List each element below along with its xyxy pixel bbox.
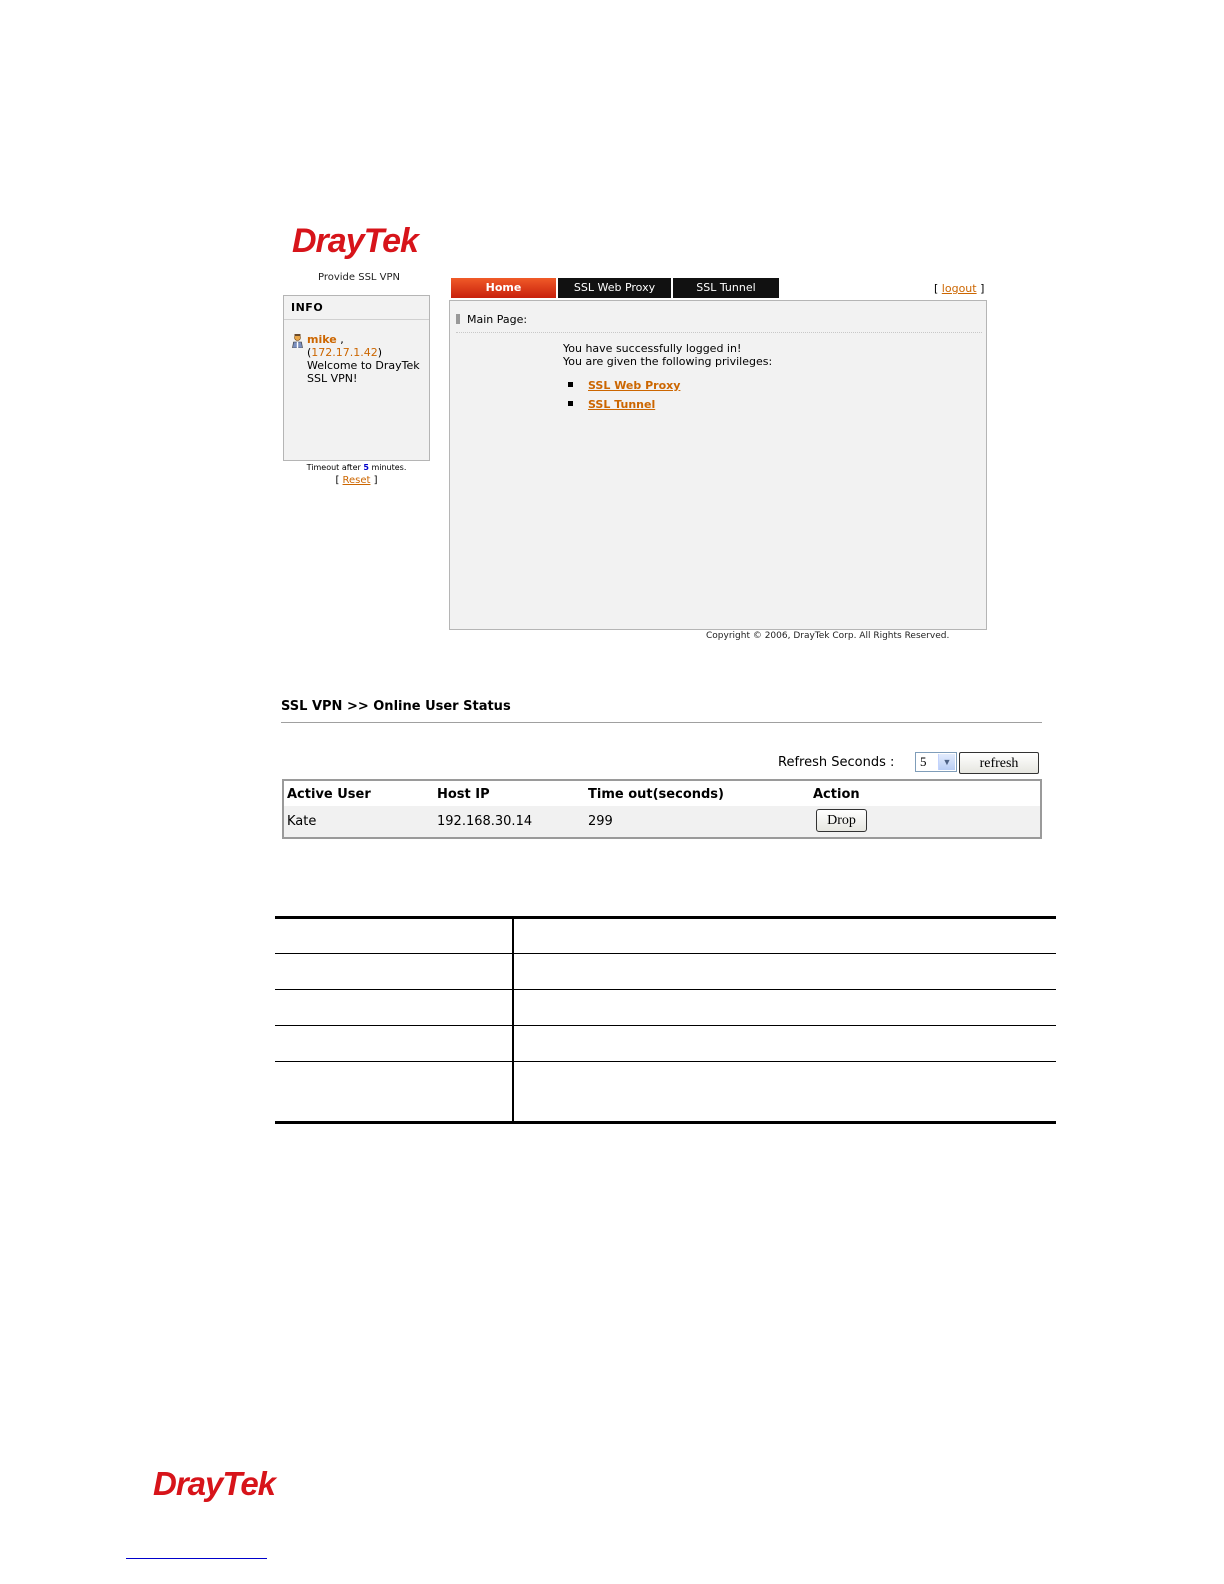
copyright: Copyright © 2006, DrayTek Corp. All Righ… — [706, 631, 950, 641]
privilege-link-ssl-web-proxy[interactable]: SSL Web Proxy — [588, 379, 680, 392]
main-divider — [456, 332, 982, 333]
tab-ssl-web-proxy[interactable]: SSL Web Proxy — [558, 278, 671, 298]
success-line-1: You have successfully logged in! — [563, 342, 742, 355]
logo-dray: Dray — [292, 222, 365, 260]
refresh-select-value: 5 — [920, 754, 927, 769]
refresh-seconds-select[interactable]: 5 ▼ — [915, 752, 957, 772]
table-rule-top — [275, 916, 1056, 919]
draytek-footer-logo: DrayTek — [153, 1465, 276, 1503]
table-rule — [275, 1061, 1056, 1062]
timeout-prefix: Timeout after — [306, 463, 364, 472]
cell-timeout: 299 — [588, 814, 613, 829]
main-header: Main Page: — [467, 313, 528, 326]
success-message: You have successfully logged in! You are… — [563, 342, 772, 368]
column-header-active-user: Active User — [287, 787, 371, 802]
logout-link[interactable]: logout — [942, 282, 977, 295]
drop-button[interactable]: Drop — [816, 809, 867, 832]
timeout-suffix: minutes. — [368, 463, 407, 472]
bullet-icon — [568, 382, 573, 387]
table-rule — [275, 989, 1056, 990]
user-name-suffix: , — [336, 333, 344, 346]
refresh-label: Refresh Seconds : — [778, 755, 895, 770]
user-ip: 172.17.1.42 — [311, 346, 378, 359]
online-user-table: Active User Host IP Time out(seconds) Ac… — [282, 779, 1042, 839]
refresh-button[interactable]: refresh — [959, 752, 1039, 774]
table-rule — [275, 1025, 1056, 1026]
table-column-divider — [512, 917, 514, 1123]
user-name-text: mike — [307, 333, 337, 346]
ip-close: ) — [377, 346, 383, 359]
user-icon — [292, 334, 303, 348]
cell-active-user: Kate — [287, 814, 317, 829]
user-ip-line: (172.17.1.42) — [307, 346, 382, 359]
logout-line: [ logout ] — [934, 282, 984, 295]
privilege-item: SSL Tunnel — [568, 398, 655, 411]
column-header-timeout: Time out(seconds) — [588, 787, 724, 802]
logo-dray: Dray — [153, 1465, 223, 1502]
privilege-item: SSL Web Proxy — [568, 379, 680, 392]
logo-tek: Tek — [363, 222, 419, 260]
reset-line: [ Reset ] — [283, 475, 430, 486]
info-title: INFO — [284, 296, 429, 320]
draytek-logo: DrayTek — [292, 222, 419, 261]
welcome-text: Welcome to DrayTek SSL VPN! — [307, 359, 420, 385]
info-panel: INFO mike , (172.17.1.42) Welcome to Dra… — [283, 295, 430, 461]
bullet-icon — [568, 401, 573, 406]
cell-host-ip: 192.168.30.14 — [437, 814, 533, 829]
logout-open: [ — [934, 282, 942, 295]
main-panel: Main Page: You have successfully logged … — [449, 300, 987, 630]
logout-close: ] — [976, 282, 985, 295]
tab-home[interactable]: Home — [451, 278, 556, 298]
footer-link-underline — [126, 1558, 267, 1559]
reset-close: ] — [370, 475, 378, 486]
logo-tagline: Provide SSL VPN — [318, 272, 401, 283]
title-divider — [281, 722, 1042, 723]
privilege-link-ssl-tunnel[interactable]: SSL Tunnel — [588, 398, 655, 411]
header-bar-icon — [456, 314, 460, 324]
chevron-down-icon[interactable]: ▼ — [938, 754, 955, 770]
page-title: SSL VPN >> Online User Status — [281, 699, 511, 714]
success-line-2: You are given the following privileges: — [563, 355, 773, 368]
reset-open: [ — [335, 475, 343, 486]
table-rule — [275, 953, 1056, 954]
logo-tek: Tek — [222, 1465, 276, 1502]
user-name: mike , — [307, 333, 344, 346]
column-header-action: Action — [813, 787, 860, 802]
timeout-line: Timeout after 5 minutes. — [283, 463, 430, 472]
table-rule-bottom — [275, 1121, 1056, 1124]
tab-ssl-tunnel[interactable]: SSL Tunnel — [673, 278, 779, 298]
column-header-host-ip: Host IP — [437, 787, 490, 802]
reset-link[interactable]: Reset — [343, 475, 371, 486]
table-row — [284, 806, 1040, 837]
